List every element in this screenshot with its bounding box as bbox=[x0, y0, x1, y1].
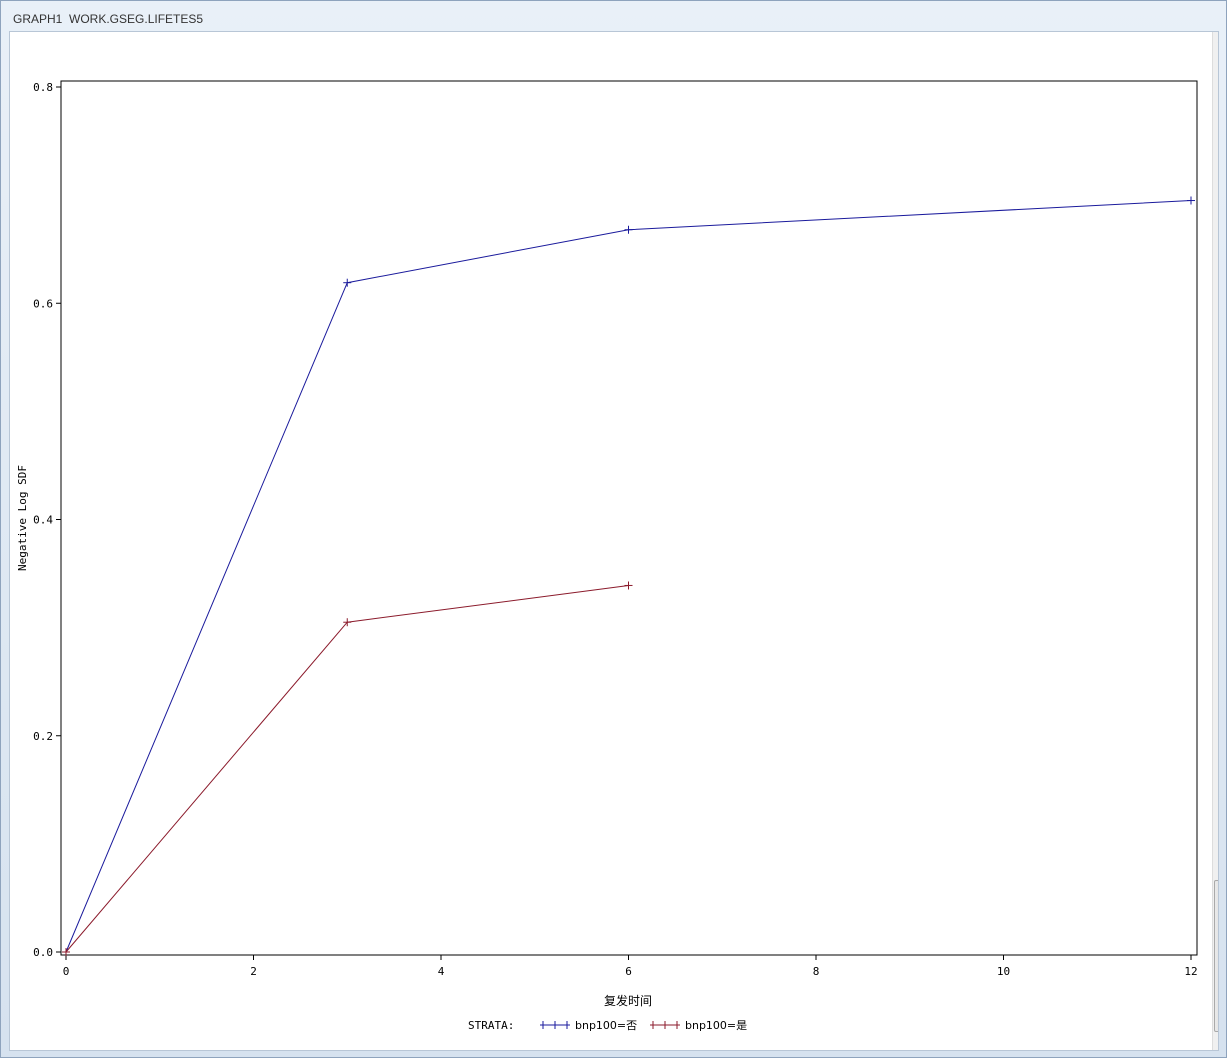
scroll-down-arrow-icon[interactable]: ▼ bbox=[1213, 1034, 1219, 1050]
legend-item-2: bnp100=是 bbox=[650, 1019, 747, 1032]
scroll-up-arrow-icon[interactable]: ▲ bbox=[1213, 32, 1219, 48]
scroll-thumb[interactable] bbox=[1214, 880, 1218, 1032]
x-tick-label: 10 bbox=[997, 965, 1010, 978]
y-tick-label: 0.8 bbox=[33, 81, 53, 94]
data-point-marker bbox=[624, 581, 633, 590]
legend: STRATA: bnp100=否 bnp100=是 bbox=[468, 1019, 747, 1032]
series-line bbox=[65, 584, 629, 953]
legend-item-1: bnp100=否 bbox=[540, 1019, 637, 1032]
series-2 bbox=[62, 581, 633, 956]
data-point-marker bbox=[624, 225, 633, 234]
series-1 bbox=[62, 196, 1195, 956]
y-tick-label: 0.0 bbox=[33, 946, 53, 959]
window-title: GRAPH1 WORK.GSEG.LIFETES5 bbox=[13, 12, 204, 26]
legend-label: bnp100=是 bbox=[685, 1019, 747, 1032]
x-tick-label: 4 bbox=[438, 965, 445, 978]
data-point-marker bbox=[1187, 196, 1195, 205]
window-titlebar[interactable]: GRAPH1 WORK.GSEG.LIFETES5 bbox=[1, 1, 1226, 31]
y-tick-label: 0.4 bbox=[33, 514, 53, 527]
x-tick-label: 0 bbox=[63, 965, 70, 978]
y-tick-label: 0.2 bbox=[33, 730, 53, 743]
x-tick-label: 2 bbox=[250, 965, 257, 978]
graph-window: GRAPH1 WORK.GSEG.LIFETES5 0.0 0.2 0.4 0.6 0.… bbox=[0, 0, 1227, 1058]
data-point-marker bbox=[343, 278, 352, 287]
chart: 0.0 0.2 0.4 0.6 0.8 0 2 4 6 8 10 12 Negative Log S… bbox=[16, 80, 1198, 1032]
series-layer bbox=[62, 196, 1195, 956]
x-axis-label: 复发时间 bbox=[604, 993, 652, 1008]
graph-viewport: 0.0 0.2 0.4 0.6 0.8 0 2 4 6 8 10 12 Negative Log S… bbox=[9, 31, 1219, 1051]
y-axis-label: Negative Log SDF bbox=[16, 465, 29, 571]
x-axis: 0 2 4 6 8 10 12 bbox=[63, 955, 1198, 978]
x-tick-label: 12 bbox=[1184, 965, 1197, 978]
vertical-scrollbar[interactable]: ▲ ▼ bbox=[1212, 32, 1219, 1050]
legend-label: bnp100=否 bbox=[575, 1019, 637, 1032]
x-tick-label: 8 bbox=[813, 965, 820, 978]
y-axis: 0.0 0.2 0.4 0.6 0.8 bbox=[33, 81, 61, 959]
legend-title: STRATA: bbox=[468, 1019, 514, 1032]
y-tick-label: 0.6 bbox=[33, 297, 53, 310]
series-line bbox=[65, 200, 1192, 953]
x-tick-label: 6 bbox=[625, 965, 632, 978]
plot-frame bbox=[60, 80, 1198, 956]
